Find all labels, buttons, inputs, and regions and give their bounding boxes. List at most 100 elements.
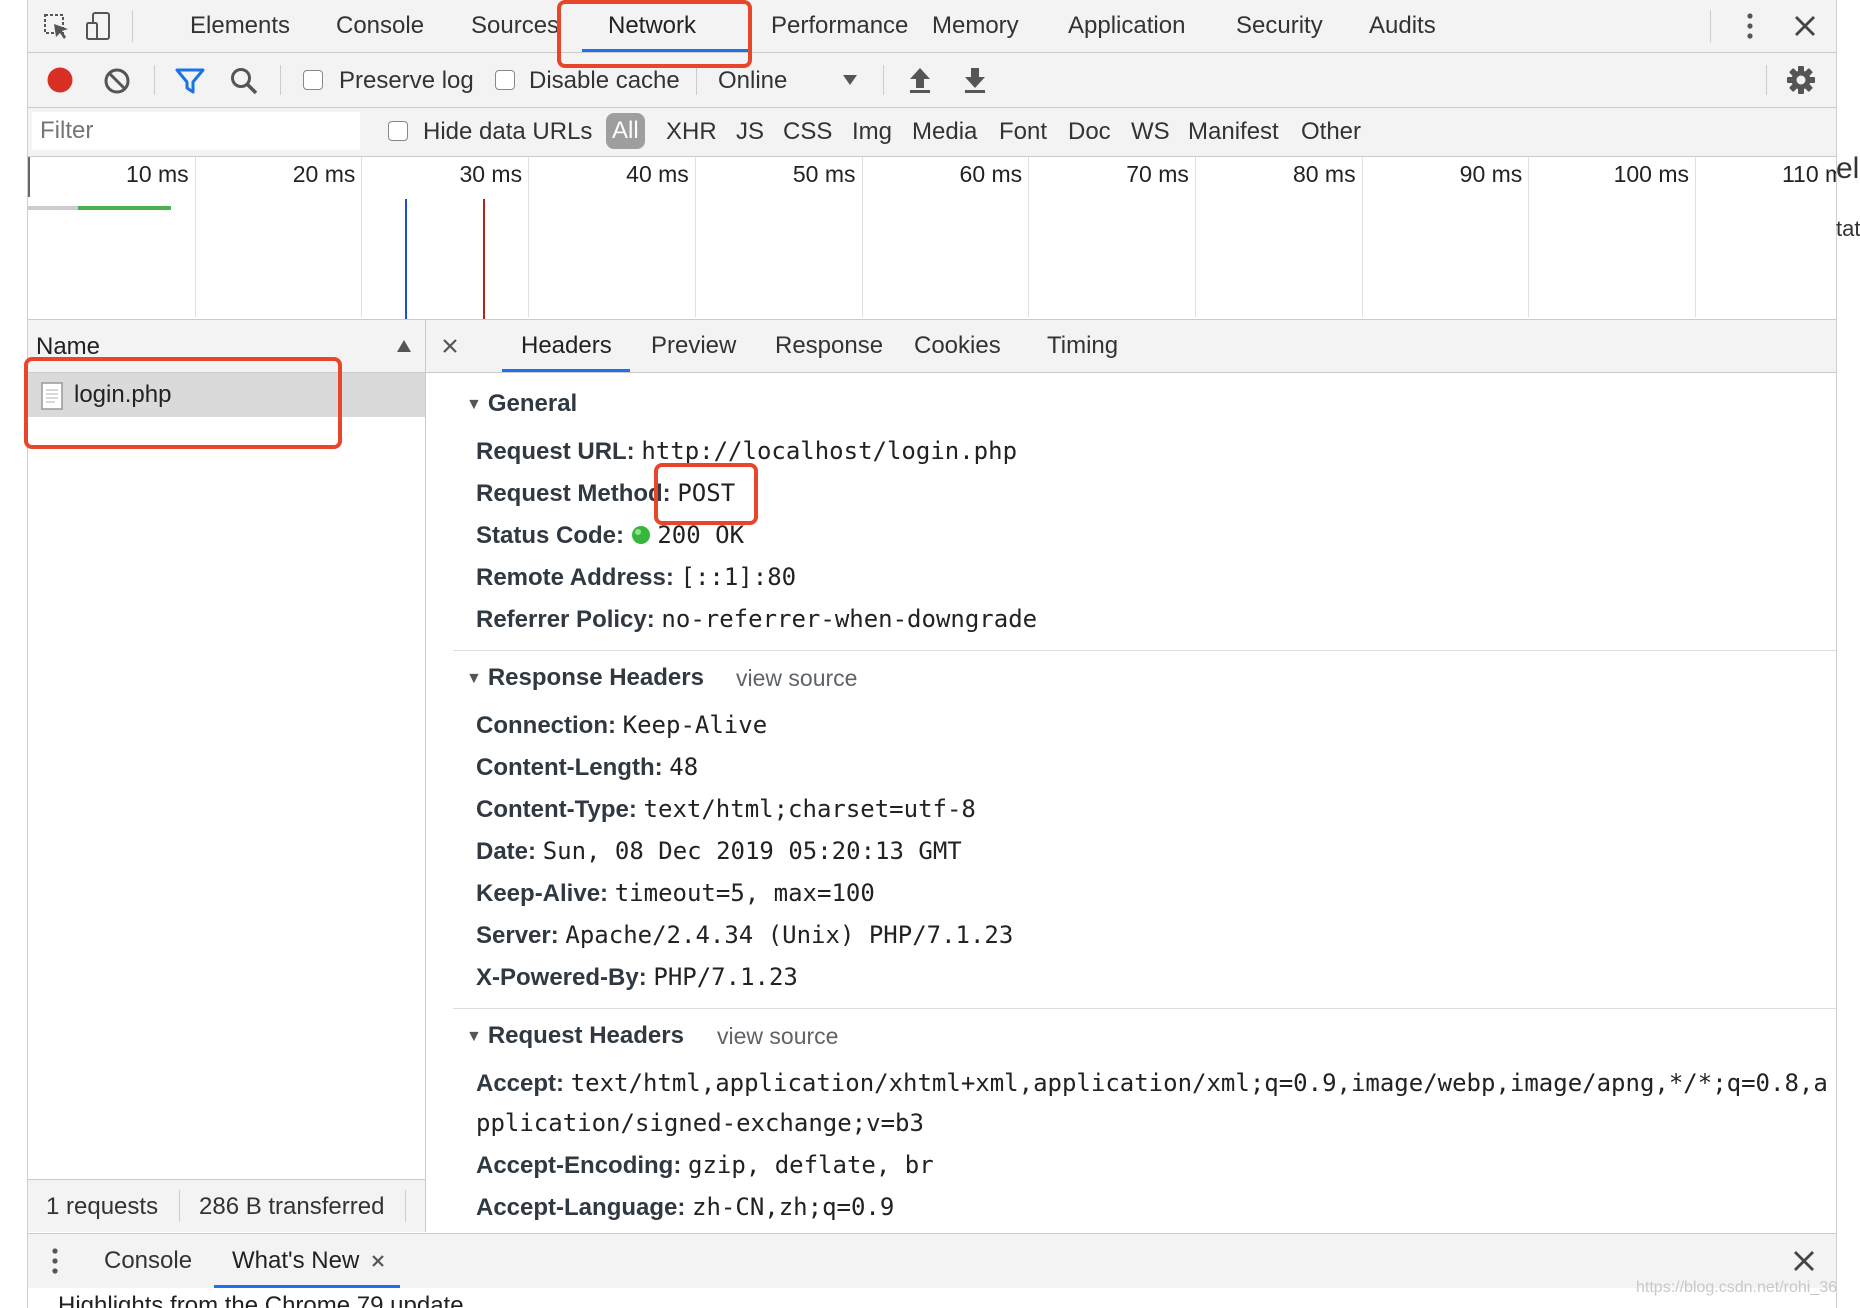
toolbar-divider [154,65,155,95]
header-row-request-method: Request Method: POST [476,479,736,507]
header-row-keep-alive: Keep-Alive: timeout=5, max=100 [476,879,875,907]
timeline-tick-label: 110 ms [1781,161,1836,187]
timeline-tick-label: 30 ms [459,161,523,187]
filter-type-img[interactable]: Img [852,112,892,152]
timeline-tick-label: 10 ms [126,161,189,187]
filter-type-doc[interactable]: Doc [1068,112,1111,152]
requests-count: 1 requests [46,1193,159,1220]
response-view-source-link[interactable]: view source [736,665,857,692]
timeline-gridline [1028,157,1030,317]
detail-tab-headers[interactable]: Headers [521,320,612,372]
close-detail-icon[interactable] [440,336,460,356]
detail-tab-timing[interactable]: Timing [1047,320,1118,372]
toolbar-divider [696,65,697,95]
tab-application[interactable]: Application [1068,0,1185,52]
tab-sources[interactable]: Sources [471,0,559,52]
filter-type-xhr[interactable]: XHR [666,112,717,152]
tab-audits[interactable]: Audits [1369,0,1436,52]
name-column-label: Name [36,333,101,360]
disable-cache-checkbox[interactable] [495,70,515,90]
tab-elements[interactable]: Elements [190,0,290,52]
status-divider [179,1190,180,1222]
sort-ascending-icon[interactable] [394,336,414,356]
toolbar-divider [132,10,133,42]
dom-content-loaded-marker [404,199,407,319]
tab-performance[interactable]: Performance [771,0,908,52]
filter-type-media[interactable]: Media [912,112,977,152]
search-icon[interactable] [228,65,260,97]
response-headers-toggle[interactable]: ▼ Response Headers [466,664,704,692]
header-row-accept-encoding: Accept-Encoding: gzip, deflate, br [476,1151,934,1179]
throttling-select[interactable]: Online [718,67,787,95]
name-column-header[interactable]: Name [28,320,425,373]
filter-type-font[interactable]: Font [999,112,1047,152]
tab-console[interactable]: Console [336,0,424,52]
watermark-text: https://blog.csdn.net/rohi_36 [1636,1279,1838,1296]
device-toolbar-icon[interactable] [84,10,114,42]
general-section-toggle[interactable]: ▼ General [466,390,577,418]
request-headers-toggle[interactable]: ▼ Request Headers [466,1022,684,1050]
detail-tab-preview[interactable]: Preview [651,320,736,372]
filter-type-other[interactable]: Other [1301,112,1361,152]
tab-network[interactable]: Network [608,0,696,52]
timeline-tick-label: 90 ms [1459,161,1523,187]
timeline-gridline [694,157,696,317]
close-tab-icon[interactable] [370,1253,386,1269]
drawer-tab-console[interactable]: Console [104,1234,192,1288]
detail-tab-headers-underline [502,369,630,372]
preserve-log-checkbox[interactable] [303,70,323,90]
inspect-element-icon[interactable] [42,12,72,42]
import-har-icon[interactable] [906,65,934,95]
close-drawer-icon[interactable] [1791,1248,1817,1274]
filter-input[interactable] [32,112,360,150]
filter-type-css[interactable]: CSS [783,112,832,152]
clear-icon[interactable] [102,66,132,96]
timeline-tick-label: 80 ms [1292,161,1356,187]
hide-data-urls-label[interactable]: Hide data URLs [423,118,592,146]
header-row-request-url: Request URL: http://localhost/login.php [476,437,1018,465]
timeline-overview[interactable]: 10 ms 20 ms 30 ms 40 ms 50 ms 60 ms 70 ms 80 ms… [28,157,1836,320]
timeline-gridline [194,157,196,317]
header-row-content-type: Content-Type: text/html;charset=utf-8 [476,795,976,823]
triangle-down-icon: ▼ [466,1028,482,1045]
request-waiting-bar [28,206,78,210]
header-row-referrer-policy: Referrer Policy: no-referrer-when-downgr… [476,605,1038,633]
filter-type-all[interactable]: All [606,113,645,149]
request-timing-bar[interactable] [78,206,172,210]
request-name: login.php [74,381,172,408]
drawer-tab-whats-new[interactable]: What's New [232,1234,359,1288]
timeline-gridline [1194,157,1196,317]
section-divider [453,650,1836,651]
request-view-source-link[interactable]: view source [717,1023,838,1050]
filter-type-js[interactable]: JS [736,112,764,152]
close-devtools-icon[interactable] [1791,12,1819,40]
status-divider [405,1190,406,1222]
whats-new-heading: Highlights from the Chrome 79 update [58,1292,464,1308]
record-icon[interactable] [44,64,76,96]
background-page-fragment: el [1836,152,1860,185]
filter-type-manifest[interactable]: Manifest [1188,112,1279,152]
detail-tab-cookies[interactable]: Cookies [914,320,1001,372]
more-options-icon[interactable] [1740,10,1760,42]
export-har-icon[interactable] [961,65,989,95]
detail-tab-response[interactable]: Response [775,320,883,372]
filter-type-ws[interactable]: WS [1131,112,1170,152]
preserve-log-label[interactable]: Preserve log [339,67,474,95]
drawer-menu-icon[interactable] [48,1246,62,1276]
tab-memory[interactable]: Memory [932,0,1019,52]
tab-security[interactable]: Security [1236,0,1323,52]
disable-cache-label[interactable]: Disable cache [529,67,680,95]
settings-gear-icon[interactable] [1785,64,1817,96]
main-tab-bar: Elements Console Sources Network Perform… [28,0,1836,53]
chevron-down-icon[interactable] [840,70,860,90]
timeline-tick-label: 50 ms [792,161,856,187]
request-row-login[interactable]: login.php [28,373,425,417]
network-toolbar: Preserve log Disable cache Online [28,53,1836,108]
hide-data-urls-checkbox[interactable] [388,121,408,141]
detail-tab-bar: Headers Preview Response Cookies Timing [426,320,1836,373]
drawer-tab-bar: Console What's New [28,1233,1836,1289]
requests-summary-bar: 1 requests 286 B transferred [28,1179,425,1232]
document-file-icon [40,381,64,411]
transferred-size: 286 B transferred [199,1193,385,1220]
filter-icon[interactable] [174,66,206,96]
